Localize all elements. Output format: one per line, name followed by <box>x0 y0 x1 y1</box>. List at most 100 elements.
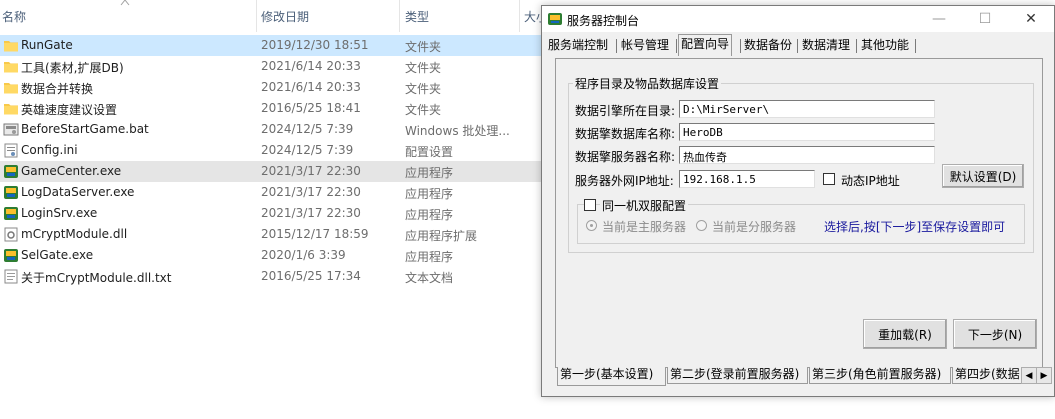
file-row[interactable]: LoginSrv.exe 2021/3/17 22:30 应用程序 <box>0 203 545 224</box>
file-row[interactable]: Config.ini 2024/12/5 7:39 配置设置 <box>0 140 545 161</box>
file-date: 2019/12/30 18:51 <box>261 38 369 52</box>
config-wizard-panel: 程序目录及物品数据库设置 数据引擎所在目录: D:\MirServer\ 数据擎… <box>555 58 1043 368</box>
file-name: 英雄速度建议设置 <box>21 103 118 117</box>
file-row[interactable]: BeforeStartGame.bat 2024/12/5 7:39 Windows… <box>0 119 545 140</box>
arrow-right-icon: ▶ <box>1040 370 1048 381</box>
default-settings-button[interactable]: 默认设置(D) <box>942 164 1024 188</box>
file-name: LogDataServer.exe <box>21 185 135 199</box>
step-4-data[interactable]: 第四步(数据 <box>952 367 1022 384</box>
tab-data-backup[interactable]: 数据备份 <box>742 36 794 56</box>
close-icon: ✕ <box>1025 11 1037 27</box>
file-type: 应用程序 <box>405 166 454 180</box>
file-type: 应用程序扩展 <box>405 229 478 243</box>
file-name: Config.ini <box>21 143 78 157</box>
file-date: 2016/5/25 17:34 <box>261 269 361 283</box>
file-name: 关于mCryptModule.dll.txt <box>21 271 172 285</box>
column-divider[interactable] <box>256 0 257 32</box>
file-row[interactable]: mCryptModule.dll 2015/12/17 18:59 应用程序扩展 <box>0 224 545 245</box>
exe-app-icon <box>3 185 19 200</box>
file-name: BeforeStartGame.bat <box>21 122 149 136</box>
maximize-icon: ☐ <box>978 11 992 27</box>
column-divider[interactable] <box>519 0 520 32</box>
title-bar[interactable]: 服务器控制台 — ☐ ✕ <box>542 6 1054 32</box>
file-type: 文件夹 <box>405 103 442 117</box>
file-date: 2021/6/14 20:33 <box>261 59 361 73</box>
server-name-input[interactable]: 热血传奇 <box>679 146 935 164</box>
file-type: 文件夹 <box>405 61 442 75</box>
tab-other-functions[interactable]: 其他功能 <box>859 36 911 56</box>
dual-server-checkbox[interactable] <box>584 199 596 211</box>
slave-server-radio[interactable] <box>696 220 707 231</box>
column-divider[interactable] <box>399 0 400 32</box>
file-row[interactable]: 工具(素材,扩展DB) 2021/6/14 20:33 文件夹 <box>0 56 545 77</box>
file-name: mCryptModule.dll <box>21 227 128 241</box>
file-type: 文本文档 <box>405 271 454 285</box>
db-name-input[interactable]: HeroDB <box>679 123 935 141</box>
file-list: RunGate 2019/12/30 18:51 文件夹 工具(素材,扩展DB) 202… <box>0 35 545 287</box>
folder-icon <box>3 38 19 53</box>
file-row[interactable]: GameCenter.exe 2021/3/17 22:30 应用程序 <box>0 161 545 182</box>
reload-button[interactable]: 重加载(R) <box>863 319 947 349</box>
slave-server-label: 当前是分服务器 <box>712 220 797 234</box>
file-row[interactable]: 数据合并转换 2021/6/14 20:33 文件夹 <box>0 77 545 98</box>
column-name[interactable]: 名称 <box>2 8 26 25</box>
tab-divider <box>616 39 617 53</box>
tab-config-wizard[interactable]: 配置向导 <box>678 34 733 56</box>
minimize-icon: — <box>932 11 946 27</box>
sort-ascending-icon <box>120 0 130 6</box>
wizard-step-tabs: 第一步(基本设置) 第二步(登录前置服务器) 第三步(角色前置服务器) 第四步(… <box>555 367 1052 386</box>
master-server-radio[interactable] <box>586 220 597 231</box>
close-button[interactable]: ✕ <box>1008 6 1054 32</box>
tab-account-manage[interactable]: 帐号管理 <box>619 36 671 56</box>
file-name: GameCenter.exe <box>21 164 122 178</box>
save-hint-text: 选择后,按[下一步]至保存设置即可 <box>824 220 1006 234</box>
file-type: Windows 批处理... <box>405 124 510 138</box>
file-row[interactable]: SelGate.exe 2020/1/6 3:39 应用程序 <box>0 245 545 266</box>
file-type: 应用程序 <box>405 250 454 264</box>
minimize-button[interactable]: — <box>916 6 962 32</box>
file-date: 2024/12/5 7:39 <box>261 122 354 136</box>
file-type: 应用程序 <box>405 208 454 222</box>
tab-divider <box>915 39 916 53</box>
file-date: 2021/3/17 22:30 <box>261 206 361 220</box>
tab-server-control[interactable]: 服务端控制 <box>546 36 610 56</box>
column-type[interactable]: 类型 <box>405 8 429 25</box>
tab-data-cleanup[interactable]: 数据清理 <box>800 36 852 56</box>
file-name: 工具(素材,扩展DB) <box>21 61 124 75</box>
batch-file-icon <box>3 122 19 137</box>
ip-input[interactable]: 192.168.1.5 <box>679 170 815 188</box>
file-type: 配置设置 <box>405 145 454 159</box>
tab-divider <box>797 39 798 53</box>
exe-app-icon <box>3 248 19 263</box>
server-name-label: 数据擎服务器名称: <box>575 150 676 164</box>
file-row[interactable]: 关于mCryptModule.dll.txt 2016/5/25 17:34 文本文… <box>0 266 545 287</box>
file-date: 2021/3/17 22:30 <box>261 164 361 178</box>
step-1-basic-settings[interactable]: 第一步(基本设置) <box>557 367 666 386</box>
db-name-label: 数据擎数据库名称: <box>575 127 676 141</box>
file-date: 2021/6/14 20:33 <box>261 80 361 94</box>
maximize-button[interactable]: ☐ <box>962 6 1008 32</box>
step-3-role-gate[interactable]: 第三步(角色前置服务器) <box>809 367 951 384</box>
folder-icon <box>3 80 19 95</box>
file-name: 数据合并转换 <box>21 82 94 96</box>
folder-icon <box>3 59 19 74</box>
engine-dir-input[interactable]: D:\MirServer\ <box>679 100 935 118</box>
ip-label: 服务器外网IP地址: <box>575 174 674 188</box>
master-server-label: 当前是主服务器 <box>602 220 687 234</box>
tab-divider <box>740 39 741 53</box>
dynamic-ip-label: 动态IP地址 <box>841 174 900 188</box>
file-name: SelGate.exe <box>21 248 94 262</box>
exe-app-icon <box>3 206 19 221</box>
column-date[interactable]: 修改日期 <box>261 8 309 25</box>
file-date: 2015/12/17 18:59 <box>261 227 369 241</box>
scroll-left-button[interactable]: ◀ <box>1021 367 1037 384</box>
file-row[interactable]: RunGate 2019/12/30 18:51 文件夹 <box>0 35 545 56</box>
tab-divider <box>856 39 857 53</box>
dynamic-ip-checkbox[interactable] <box>823 173 835 185</box>
step-2-login-gate[interactable]: 第二步(登录前置服务器) <box>667 367 808 384</box>
file-name: RunGate <box>21 38 73 52</box>
file-row[interactable]: 英雄速度建议设置 2016/5/25 18:41 文件夹 <box>0 98 545 119</box>
file-row[interactable]: LogDataServer.exe 2021/3/17 22:30 应用程序 <box>0 182 545 203</box>
scroll-right-button[interactable]: ▶ <box>1036 367 1052 384</box>
next-step-button[interactable]: 下一步(N) <box>953 319 1037 349</box>
